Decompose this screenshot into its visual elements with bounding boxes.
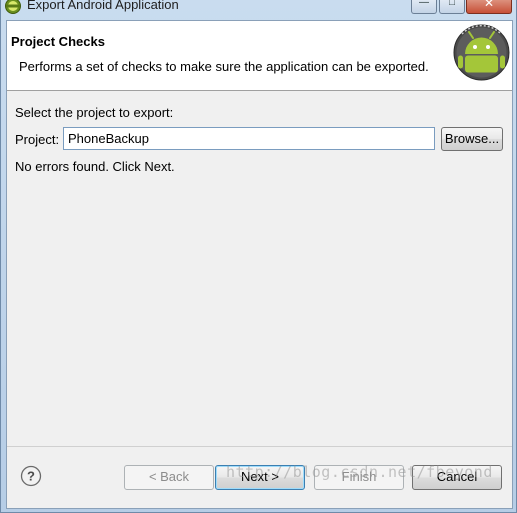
- maximize-button[interactable]: □: [439, 0, 465, 14]
- wizard-banner: Project Checks Performs a set of checks …: [7, 21, 512, 91]
- eclipse-icon: [5, 0, 21, 14]
- android-logo: [453, 24, 510, 81]
- project-label: Project:: [15, 132, 60, 147]
- close-button[interactable]: ✕: [466, 0, 512, 14]
- svg-text:?: ?: [27, 469, 35, 484]
- minimize-button[interactable]: —: [411, 0, 437, 14]
- footer-divider: [7, 446, 512, 447]
- wizard-content: Select the project to export: Project: B…: [7, 92, 512, 442]
- help-icon[interactable]: ?: [20, 465, 42, 487]
- dialog-body: Project Checks Performs a set of checks …: [6, 20, 513, 509]
- window-title: Export Android Application: [27, 0, 179, 12]
- minimize-icon: —: [419, 0, 429, 8]
- page-description: Performs a set of checks to make sure th…: [19, 59, 429, 74]
- select-project-label: Select the project to export:: [15, 105, 174, 120]
- back-button[interactable]: < Back: [124, 465, 214, 490]
- watermark-text: http://blog.csdn.net/fbeyond: [226, 463, 493, 481]
- browse-button[interactable]: Browse...: [441, 127, 503, 151]
- status-message: No errors found. Click Next.: [15, 159, 175, 174]
- maximize-icon: □: [448, 0, 456, 8]
- title-bar[interactable]: Export Android Application — □ ✕: [1, 0, 517, 18]
- dialog-window: Export Android Application — □ ✕ Project…: [0, 0, 517, 513]
- close-icon: ✕: [483, 0, 495, 10]
- project-input[interactable]: [63, 127, 435, 150]
- page-title: Project Checks: [11, 34, 105, 49]
